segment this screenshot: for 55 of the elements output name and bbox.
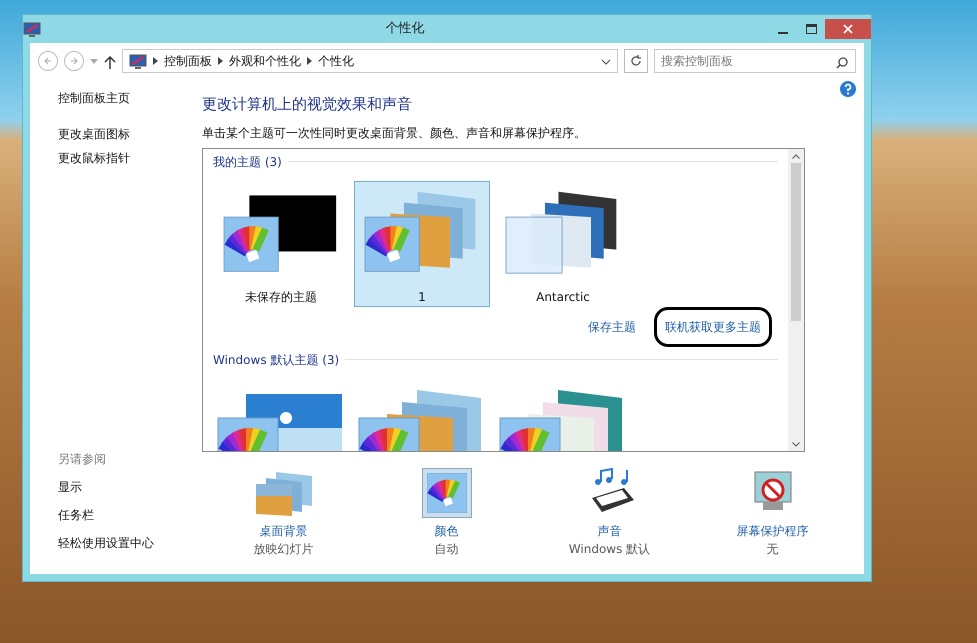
breadcrumb-item[interactable]: 外观和个性化 <box>229 52 301 70</box>
sidebar-link[interactable]: 任务栏 <box>58 506 202 524</box>
maximize-icon <box>806 24 816 34</box>
scrollbar-thumb[interactable] <box>791 162 801 322</box>
help-icon[interactable] <box>840 81 856 97</box>
control-panel-icon <box>129 54 147 70</box>
sidebar-link[interactable]: 轻松使用设置中心 <box>58 534 202 552</box>
address-bar[interactable]: 控制面板 外观和个性化 个性化 <box>122 49 618 73</box>
description-text: 单击某个主题可一次性同时更改桌面背景、颜色、声音和屏幕保护程序。 <box>202 124 587 142</box>
window-title: 个性化 <box>384 20 426 38</box>
group-heading: Windows 默认主题 (3) <box>213 352 340 368</box>
setting-link[interactable]: 颜色 <box>434 522 458 540</box>
group-heading: 我的主题 (3) <box>213 154 282 170</box>
page-heading: 更改计算机上的视觉效果和声音 <box>202 94 413 115</box>
chevron-icon <box>218 56 223 65</box>
close-button[interactable] <box>825 19 871 39</box>
refresh-icon <box>630 55 642 67</box>
sidebar-link[interactable]: 显示 <box>58 478 202 496</box>
theme-tile[interactable]: Antarctic <box>495 180 631 306</box>
close-icon <box>843 24 853 34</box>
setting-link[interactable]: 屏幕保护程序 <box>736 522 808 540</box>
setting-value: 无 <box>766 540 778 558</box>
vertical-scrollbar[interactable] <box>788 148 804 450</box>
search-field[interactable]: 搜索控制面板 <box>654 49 856 73</box>
dropdown-icon[interactable] <box>601 58 611 65</box>
theme-tile[interactable]: 未保存的主题 <box>213 180 349 306</box>
theme-name: Antarctic <box>536 288 590 306</box>
sidebar-link[interactable]: 更改桌面图标 <box>58 125 202 143</box>
setting-value: 自动 <box>434 540 458 558</box>
back-icon <box>43 56 53 66</box>
see-also-heading: 另请参阅 <box>58 451 107 468</box>
setting-value: Windows 默认 <box>568 540 650 558</box>
sidebar-link[interactable]: 控制面板主页 <box>58 89 202 107</box>
setting-link[interactable]: 声音 <box>598 522 622 540</box>
wallpaper-stack-icon <box>254 470 314 518</box>
sidebar-link[interactable]: 更改鼠标指针 <box>58 149 202 167</box>
setting-link[interactable]: 桌面背景 <box>260 522 308 540</box>
search-icon[interactable] <box>836 56 848 69</box>
forward-icon <box>69 56 79 66</box>
app-icon <box>23 22 41 38</box>
up-arrow-icon[interactable] <box>104 54 116 69</box>
theme-link[interactable]: 保存主题 <box>580 310 644 344</box>
breadcrumb-item[interactable]: 个性化 <box>318 52 354 70</box>
setting-value: 放映幻灯片 <box>254 540 314 558</box>
theme-name: 未保存的主题 <box>245 288 317 306</box>
minimize-icon <box>778 32 788 34</box>
chevron-icon <box>153 56 158 65</box>
scroll-up-icon[interactable] <box>792 154 800 159</box>
theme-tile[interactable]: 1 <box>354 180 490 306</box>
breadcrumb-item[interactable]: 控制面板 <box>164 52 212 70</box>
theme-link[interactable]: 联机获取更多主题 <box>654 306 772 346</box>
scroll-down-icon[interactable] <box>792 442 800 447</box>
chevron-icon <box>307 56 312 65</box>
refresh-button[interactable] <box>624 49 648 73</box>
theme-name: 1 <box>418 288 426 306</box>
